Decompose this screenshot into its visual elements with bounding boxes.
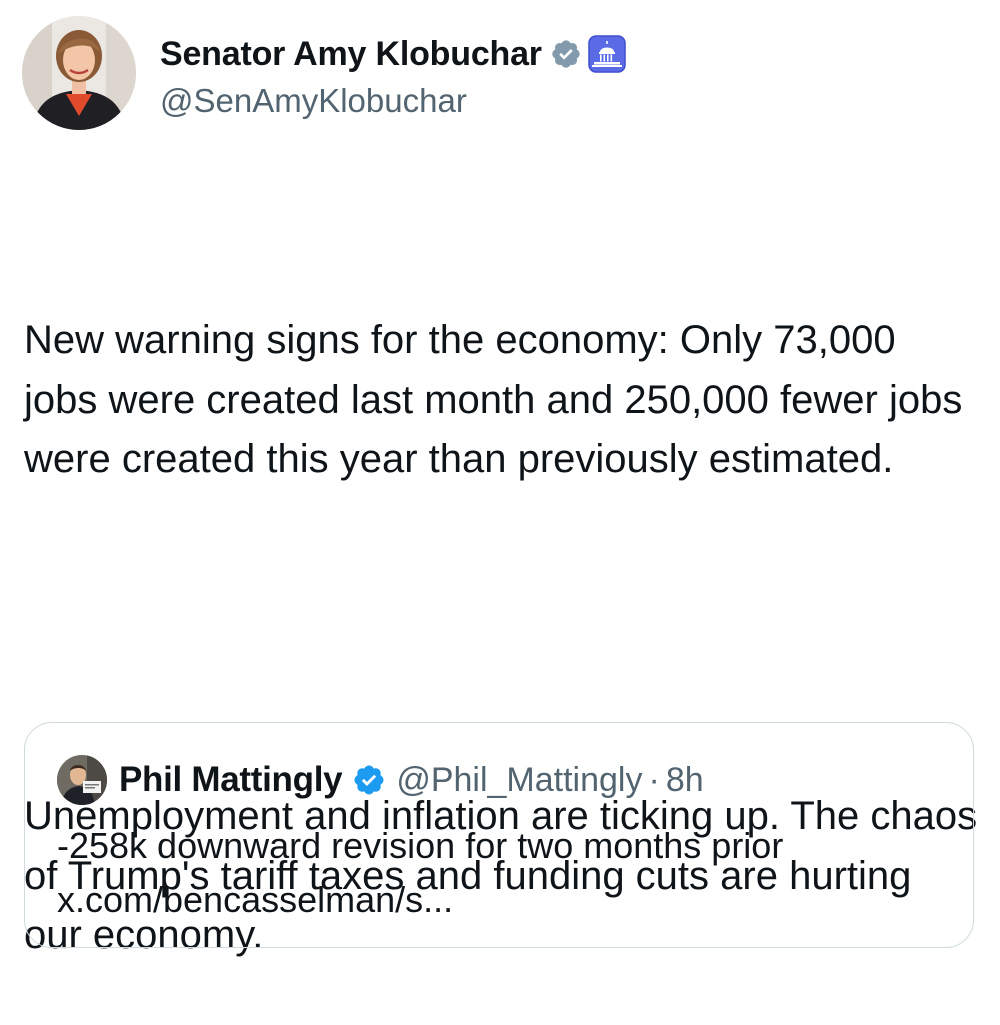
quoted-author-avatar[interactable] bbox=[57, 755, 107, 805]
quoted-tweet-link[interactable]: x.com/bencasselman/s... bbox=[57, 873, 783, 927]
author-avatar-image bbox=[22, 16, 136, 130]
author-avatar[interactable] bbox=[22, 16, 136, 130]
author-handle[interactable]: @SenAmyKlobuchar bbox=[160, 82, 626, 120]
separator-dot: · bbox=[648, 760, 660, 799]
verified-blue-badge-icon[interactable] bbox=[352, 763, 386, 797]
quoted-tweet-body: -258k downward revision for two months p… bbox=[57, 819, 783, 927]
government-capitol-icon[interactable] bbox=[588, 35, 626, 73]
author-display-name[interactable]: Senator Amy Klobuchar bbox=[160, 35, 542, 74]
quoted-tweet-header: Phil Mattingly @Phil_Mattingly · 8h bbox=[57, 755, 704, 805]
tweet-paragraph: New warning signs for the economy: Only … bbox=[24, 318, 974, 481]
quoted-author-display-name[interactable]: Phil Mattingly bbox=[119, 760, 343, 800]
quoted-tweet-line: -258k downward revision for two months p… bbox=[57, 825, 784, 866]
author-name-row: Senator Amy Klobuchar bbox=[160, 32, 626, 76]
quoted-author-avatar-image bbox=[57, 755, 107, 805]
author-info: Senator Amy Klobuchar @SenAmyKlobuchar bbox=[160, 32, 626, 120]
quoted-author-handle[interactable]: @Phil_Mattingly bbox=[396, 761, 642, 800]
quoted-tweet-timestamp[interactable]: 8h bbox=[666, 761, 704, 800]
tweet-header: Senator Amy Klobuchar @SenAmyKlobuchar bbox=[22, 16, 626, 130]
verified-gray-badge-icon[interactable] bbox=[550, 38, 582, 70]
quoted-tweet-card[interactable]: Phil Mattingly @Phil_Mattingly · 8h -258… bbox=[24, 722, 974, 948]
